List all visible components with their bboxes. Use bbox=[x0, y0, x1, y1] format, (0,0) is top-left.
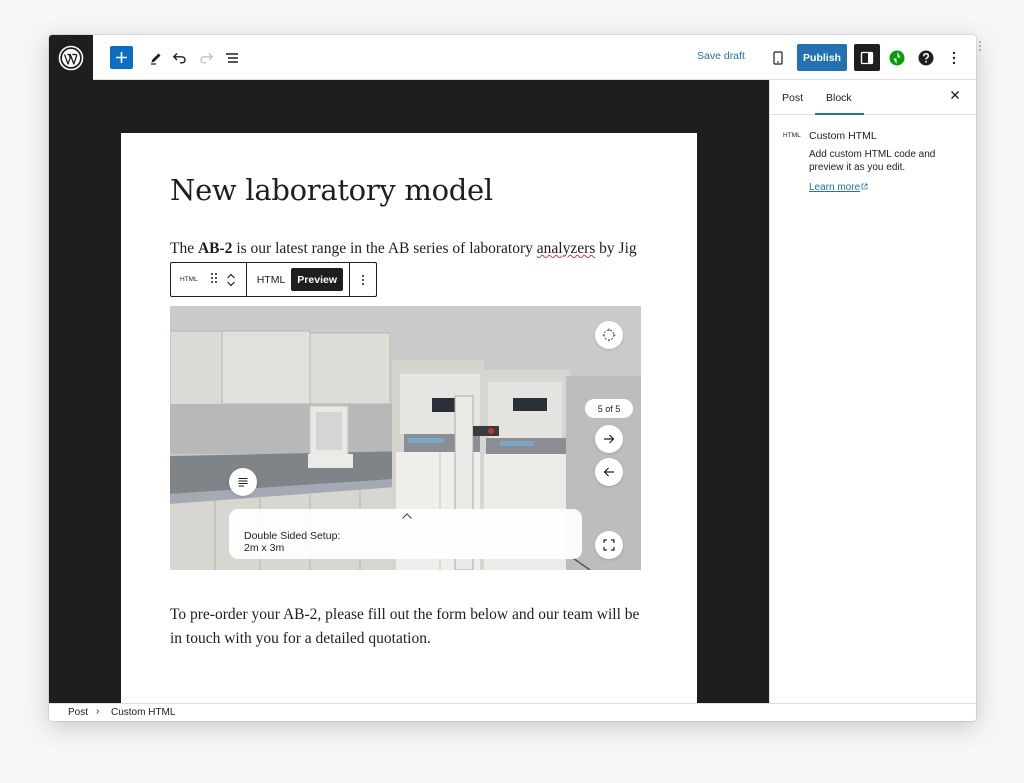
editor-canvas: New laboratory model The AB-2 is our lat… bbox=[49, 80, 769, 703]
wordpress-logo-button[interactable] bbox=[49, 35, 93, 80]
block-type-html-icon[interactable]: HTML bbox=[180, 276, 198, 283]
intro-paragraph[interactable]: The AB-2 is our latest range in the AB s… bbox=[170, 240, 690, 258]
window-resize-handle[interactable] bbox=[978, 40, 982, 52]
tab-post[interactable]: Post bbox=[782, 92, 803, 104]
fullscreen-icon bbox=[603, 539, 615, 551]
intro-text-mid: is our latest range in the AB series of … bbox=[232, 240, 537, 257]
sidebar-icon bbox=[860, 51, 874, 64]
help-icon bbox=[918, 50, 933, 65]
closing-paragraph[interactable]: To pre-order your AB-2, please fill out … bbox=[170, 603, 650, 651]
text-lines-icon bbox=[238, 478, 248, 487]
previous-hotspot-button[interactable] bbox=[595, 458, 623, 486]
external-link-icon bbox=[861, 183, 868, 190]
add-block-button[interactable] bbox=[110, 46, 133, 69]
recenter-button[interactable] bbox=[595, 321, 623, 349]
arrow-right-icon bbox=[604, 434, 615, 444]
wordpress-logo-icon bbox=[58, 45, 84, 70]
arrow-left-icon bbox=[603, 467, 614, 477]
block-html-icon: HTML bbox=[783, 132, 801, 139]
intro-text-post: by Jig bbox=[595, 240, 637, 257]
move-down-icon[interactable] bbox=[226, 280, 236, 288]
active-tab-indicator bbox=[815, 113, 864, 115]
more-vertical-icon bbox=[362, 274, 364, 285]
close-icon[interactable] bbox=[950, 90, 960, 100]
3d-model-viewer[interactable]: 5 of 5 Double Sided Setup: 2m x 3m bbox=[170, 306, 641, 570]
recenter-icon bbox=[602, 328, 616, 342]
list-view-icon bbox=[226, 52, 238, 63]
chevron-up-icon[interactable] bbox=[401, 512, 413, 520]
intro-text-pre: The bbox=[170, 240, 198, 257]
tools-button[interactable] bbox=[145, 47, 166, 68]
intro-product-name: AB-2 bbox=[197, 240, 233, 257]
block-toolbar: HTML HTML Preview bbox=[170, 262, 377, 297]
learn-more-text: Learn more bbox=[809, 182, 861, 193]
options-button[interactable] bbox=[945, 47, 963, 68]
jetpack-button[interactable] bbox=[886, 47, 907, 68]
spellcheck-word: analyzers bbox=[536, 240, 596, 257]
breadcrumb-custom-html[interactable]: Custom HTML bbox=[111, 707, 175, 718]
breadcrumb-post[interactable]: Post bbox=[68, 707, 88, 718]
editor-window: Save draft Publish New laboratory model … bbox=[49, 35, 976, 721]
fullscreen-button[interactable] bbox=[595, 531, 623, 559]
post-title[interactable]: New laboratory model bbox=[170, 173, 493, 207]
learn-more-link[interactable]: Learn more bbox=[809, 182, 868, 193]
hotspot-caption: Double Sided Setup: 2m x 3m bbox=[229, 509, 582, 559]
more-vertical-icon bbox=[952, 51, 956, 64]
undo-icon bbox=[172, 52, 186, 63]
document-overview-button[interactable] bbox=[222, 47, 243, 68]
plus-icon bbox=[116, 52, 127, 63]
undo-button[interactable] bbox=[169, 47, 190, 68]
hotspot-counter: 5 of 5 bbox=[585, 399, 633, 418]
annotation-hotspot-button[interactable] bbox=[229, 468, 257, 496]
tablet-icon bbox=[772, 50, 783, 65]
block-description: Add custom HTML code and preview it as y… bbox=[809, 149, 936, 173]
caption-title: Double Sided Setup: bbox=[244, 530, 341, 542]
block-title: Custom HTML bbox=[809, 130, 877, 142]
tab-block[interactable]: Block bbox=[826, 92, 852, 104]
preview-device-button[interactable] bbox=[767, 47, 788, 68]
html-mode-tab[interactable]: HTML bbox=[251, 268, 292, 291]
jetpack-icon bbox=[889, 50, 904, 65]
move-up-icon[interactable] bbox=[226, 272, 236, 280]
block-breadcrumb-bar: Post › Custom HTML bbox=[49, 703, 976, 721]
caption-dimensions: 2m x 3m bbox=[244, 542, 285, 554]
help-button[interactable] bbox=[915, 47, 936, 68]
settings-toggle-button[interactable] bbox=[854, 44, 880, 71]
block-mover bbox=[226, 272, 236, 288]
drag-handle-icon[interactable] bbox=[210, 272, 218, 287]
breadcrumb-separator-icon: › bbox=[96, 706, 100, 717]
preview-mode-tab[interactable]: Preview bbox=[291, 268, 343, 291]
redo-icon bbox=[200, 52, 214, 63]
publish-button[interactable]: Publish bbox=[797, 44, 847, 71]
settings-sidebar: Post Block HTML Custom HTML Add custom H… bbox=[769, 80, 976, 703]
next-hotspot-button[interactable] bbox=[595, 425, 623, 453]
block-toolbar-mover-group: HTML bbox=[171, 263, 247, 296]
editor-header: Save draft Publish bbox=[49, 35, 976, 80]
save-draft-button[interactable]: Save draft bbox=[697, 50, 745, 62]
redo-button[interactable] bbox=[196, 47, 217, 68]
block-options-button[interactable] bbox=[350, 263, 376, 296]
pencil-icon bbox=[150, 53, 160, 65]
sidebar-tabs: Post Block bbox=[770, 80, 976, 115]
block-toolbar-mode-group: HTML Preview bbox=[247, 263, 350, 296]
post-page: New laboratory model The AB-2 is our lat… bbox=[121, 133, 697, 703]
